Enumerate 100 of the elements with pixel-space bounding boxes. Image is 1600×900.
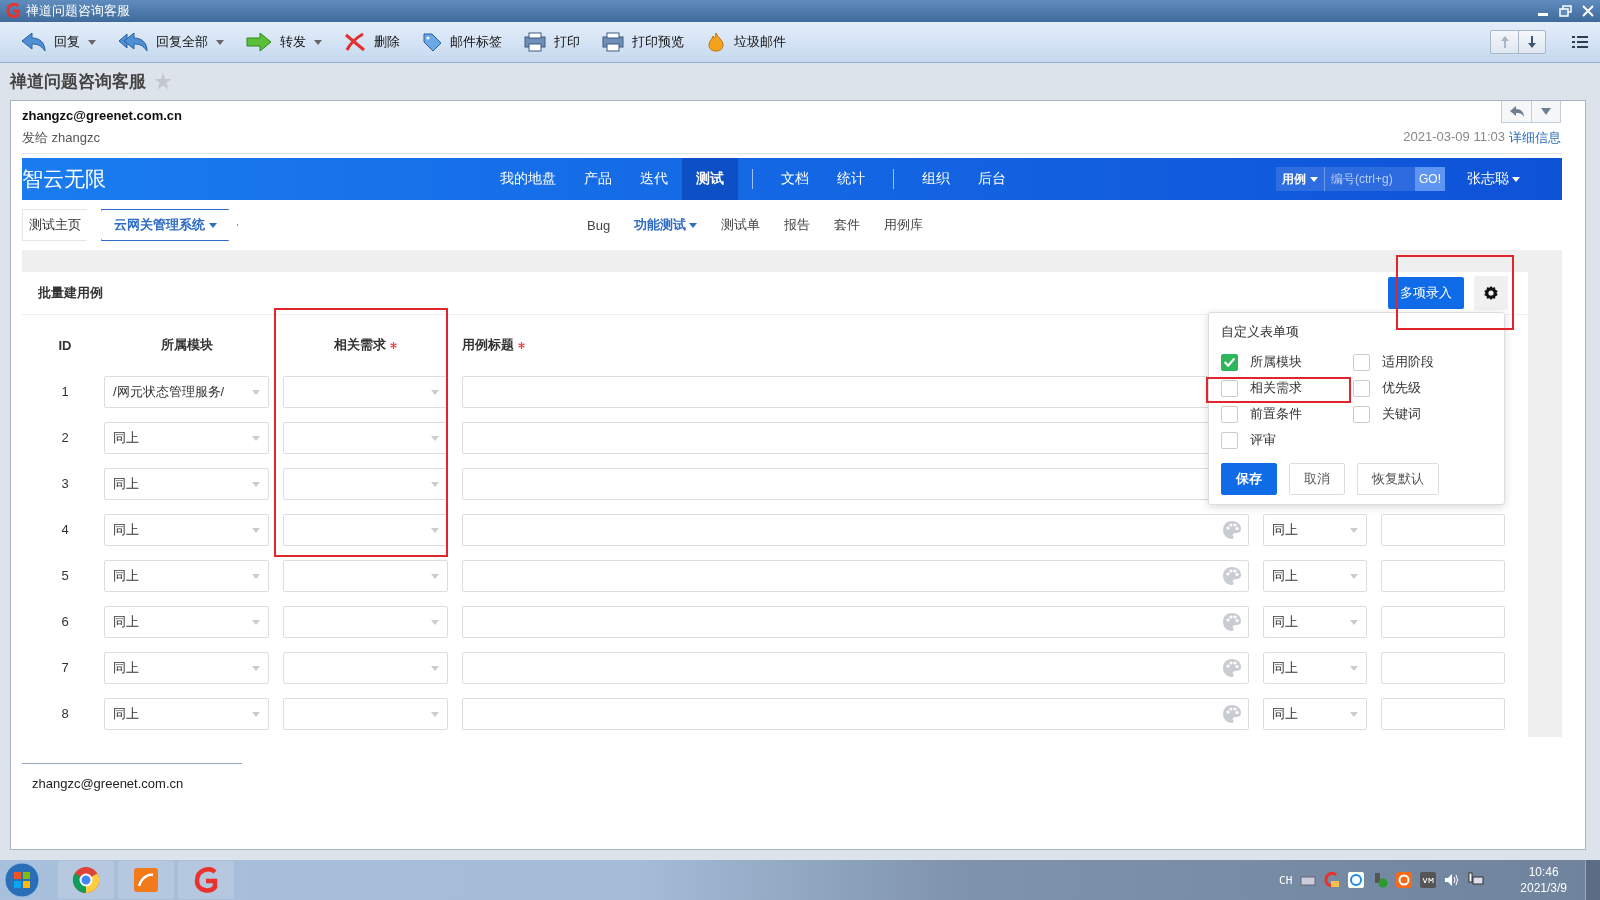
- vm-tray-icon[interactable]: [1420, 872, 1437, 888]
- palette-icon[interactable]: [1222, 612, 1242, 632]
- text-input-field[interactable]: [1381, 698, 1505, 730]
- checkbox[interactable]: [1221, 431, 1238, 449]
- text-input-field[interactable]: [1381, 652, 1505, 684]
- module-select[interactable]: 同上: [104, 422, 269, 454]
- toolbar-button[interactable]: 垃圾邮件: [698, 28, 794, 56]
- checkbox[interactable]: [1221, 353, 1238, 371]
- nav-tab[interactable]: 后台: [964, 158, 1020, 200]
- toolbar-button[interactable]: 回复全部: [110, 28, 232, 56]
- title-input-field[interactable]: [462, 514, 1249, 546]
- title-input-field[interactable]: [462, 698, 1249, 730]
- story-select[interactable]: [283, 422, 448, 454]
- toolbar-button[interactable]: 邮件标签: [414, 28, 510, 56]
- module-select[interactable]: 同上: [104, 606, 269, 638]
- story-select[interactable]: [283, 376, 448, 408]
- module-select[interactable]: 同上: [104, 560, 269, 592]
- subnav-tab[interactable]: 用例库: [872, 216, 936, 234]
- subnav-tab[interactable]: 功能测试: [622, 216, 710, 234]
- caret-icon: [252, 711, 260, 717]
- keyboard-icon[interactable]: [1300, 874, 1317, 886]
- stage-select[interactable]: 同上: [1263, 606, 1367, 638]
- volume-icon[interactable]: [1444, 872, 1461, 888]
- title-input-field[interactable]: [462, 652, 1249, 684]
- taskbar-app[interactable]: [118, 861, 174, 899]
- toolbar-button[interactable]: 打印预览: [594, 28, 692, 56]
- nav-tab[interactable]: 测试: [682, 158, 738, 200]
- title-input-field[interactable]: [462, 560, 1249, 592]
- stage-select[interactable]: 同上: [1263, 698, 1367, 730]
- restore-icon[interactable]: [1559, 5, 1572, 17]
- popup-button[interactable]: 恢复默认: [1357, 463, 1439, 495]
- settings-button[interactable]: [1474, 276, 1508, 310]
- ring-tray-icon[interactable]: [1396, 872, 1413, 888]
- caret-icon: [1350, 527, 1358, 533]
- nav-tab[interactable]: 产品: [570, 158, 626, 200]
- stage-select[interactable]: 同上: [1263, 560, 1367, 592]
- story-select[interactable]: [283, 652, 448, 684]
- story-select[interactable]: [283, 560, 448, 592]
- list-menu-icon[interactable]: [1572, 36, 1588, 48]
- star-icon[interactable]: [154, 73, 172, 90]
- caret-icon: [252, 573, 260, 579]
- story-select[interactable]: [283, 698, 448, 730]
- module-select[interactable]: 同上: [104, 468, 269, 500]
- story-select[interactable]: [283, 468, 448, 500]
- stage-select[interactable]: 同上: [1263, 514, 1367, 546]
- nav-tab[interactable]: 统计: [823, 158, 879, 200]
- search-type-dropdown[interactable]: 用例: [1276, 167, 1325, 191]
- checkbox[interactable]: [1353, 379, 1370, 397]
- module-select[interactable]: 同上: [104, 698, 269, 730]
- subnav-tab[interactable]: 套件: [822, 216, 873, 234]
- story-select[interactable]: [283, 606, 448, 638]
- taskbar-app[interactable]: [178, 861, 234, 899]
- toolbar-button[interactable]: 删除: [336, 28, 408, 56]
- text-input-field[interactable]: [1381, 514, 1505, 546]
- palette-icon[interactable]: [1222, 566, 1242, 586]
- stage-select[interactable]: 同上: [1263, 652, 1367, 684]
- nav-tab[interactable]: 文档: [767, 158, 823, 200]
- checkbox[interactable]: [1353, 405, 1370, 423]
- module-select[interactable]: 同上: [104, 514, 269, 546]
- usb-tray-icon[interactable]: [1372, 872, 1389, 888]
- checkbox[interactable]: [1353, 353, 1370, 371]
- toolbar-button[interactable]: 打印: [516, 28, 588, 56]
- toolbar-button[interactable]: 回复: [12, 28, 104, 56]
- chat-tray-icon[interactable]: [1348, 872, 1365, 888]
- palette-icon[interactable]: [1222, 704, 1242, 724]
- mail-tray-icon[interactable]: [1324, 872, 1341, 888]
- caret-icon: [431, 619, 439, 625]
- checkbox-label: 前置条件: [1250, 405, 1302, 423]
- taskbar-app[interactable]: [58, 861, 114, 899]
- caret-icon: [1541, 108, 1551, 115]
- toolbar-button[interactable]: 转发: [238, 28, 330, 56]
- network-icon[interactable]: [1468, 872, 1485, 888]
- caret-icon: [252, 665, 260, 671]
- subnav-tab[interactable]: 报告: [772, 216, 823, 234]
- palette-icon[interactable]: [1222, 520, 1242, 540]
- checkbox-label: 评审: [1250, 431, 1276, 449]
- module-select[interactable]: 同上: [104, 652, 269, 684]
- user-menu[interactable]: 张志聪: [1461, 169, 1526, 189]
- subnav-tab[interactable]: 测试单: [709, 216, 773, 234]
- show-desktop-button[interactable]: [1585, 860, 1600, 900]
- nav-tab[interactable]: 我的地盘: [486, 158, 570, 200]
- breadcrumb-item[interactable]: 云网关管理系统: [101, 209, 238, 241]
- batch-entry-button[interactable]: 多项录入: [1388, 277, 1464, 309]
- nav-tab[interactable]: 迭代: [626, 158, 682, 200]
- subnav-tab[interactable]: Bug: [575, 216, 623, 234]
- caret-icon: [1350, 573, 1358, 579]
- module-select[interactable]: /网元状态管理服务/: [104, 376, 269, 408]
- save-button[interactable]: 保存: [1221, 463, 1277, 495]
- checkbox[interactable]: [1221, 379, 1238, 397]
- text-input-field[interactable]: [1381, 560, 1505, 592]
- palette-icon[interactable]: [1222, 658, 1242, 678]
- story-select[interactable]: [283, 514, 448, 546]
- checkbox[interactable]: [1221, 405, 1238, 423]
- details-link[interactable]: 详细信息: [1509, 128, 1561, 147]
- nav-tab[interactable]: 组织: [908, 158, 964, 200]
- popup-button[interactable]: 取消: [1289, 463, 1345, 495]
- text-input-field[interactable]: [1381, 606, 1505, 638]
- caret-icon: [431, 573, 439, 579]
- title-input-field[interactable]: [462, 606, 1249, 638]
- close-icon[interactable]: [1582, 5, 1594, 17]
